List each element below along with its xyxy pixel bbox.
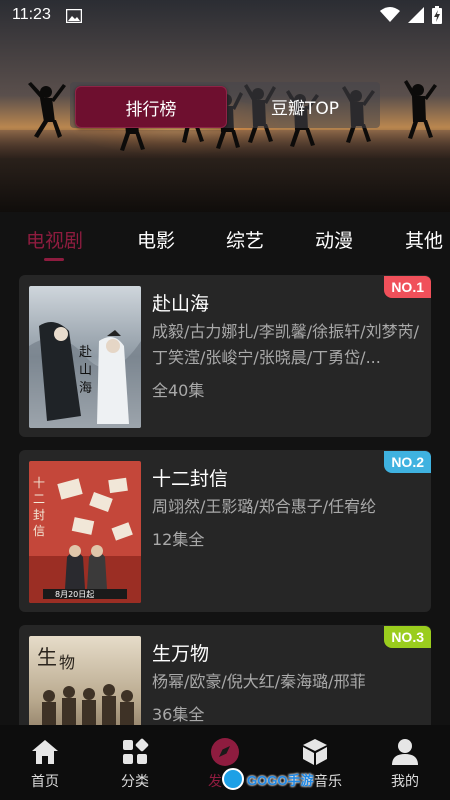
watermark-logo-icon xyxy=(222,768,244,790)
nav-label: 首页 xyxy=(31,774,59,790)
cube-icon xyxy=(300,737,330,767)
douban-top-toggle-button[interactable]: 豆瓣TOP xyxy=(230,86,380,126)
nav-profile[interactable]: 我的 xyxy=(360,725,450,800)
tab-others[interactable]: 其他 xyxy=(405,226,443,253)
svg-text:生: 生 xyxy=(37,645,57,669)
tab-anime[interactable]: 动漫 xyxy=(315,226,353,253)
tab-movies[interactable]: 电影 xyxy=(137,226,175,253)
status-time: 11:23 xyxy=(12,6,51,23)
ranking-card[interactable]: 赴 山 海 赴山海 成毅/古力娜扎/李凯馨/徐振轩/刘梦芮/丁笑滢/张峻宁/张晓… xyxy=(19,275,431,437)
signal-icon xyxy=(408,7,424,27)
poster-image: 十 二 封 信 8月20日起 xyxy=(29,461,141,603)
svg-text:赴: 赴 xyxy=(79,345,92,360)
ranking-card[interactable]: 十 二 封 信 8月20日起 十二封信 周翊然/王影璐/郑合惠子/任宥纶 12集… xyxy=(19,450,431,612)
home-icon xyxy=(30,737,60,767)
svg-text:山: 山 xyxy=(79,363,92,378)
status-bar: 11:23 xyxy=(0,0,450,32)
status-icons xyxy=(380,6,442,28)
rank-badge: NO.2 xyxy=(384,451,431,473)
item-cast: 周翊然/王影璐/郑合惠子/任宥纶 xyxy=(152,497,377,516)
rank-badge: NO.3 xyxy=(384,626,431,648)
wifi-icon xyxy=(380,7,400,27)
nav-label: 我的 xyxy=(391,774,419,790)
watermark-text: GOGO手游 xyxy=(247,772,314,788)
ranking-source-toggle: 排行榜 豆瓣TOP xyxy=(70,82,380,128)
nav-label: 分类 xyxy=(121,774,149,790)
svg-text:8月20日起: 8月20日起 xyxy=(55,590,94,599)
ranking-toggle-button[interactable]: 排行榜 xyxy=(75,86,227,128)
hero-banner: 11:23 排行榜 豆瓣TOP xyxy=(0,0,450,212)
image-notification-icon xyxy=(65,8,83,27)
tab-tv-series[interactable]: 电视剧 xyxy=(26,226,83,253)
profile-icon xyxy=(390,737,420,767)
nav-category[interactable]: 分类 xyxy=(90,725,180,800)
item-title: 十二封信 xyxy=(152,468,229,490)
item-cast: 杨幂/欧豪/倪大红/秦海璐/邢菲 xyxy=(152,672,366,691)
discover-icon xyxy=(210,737,240,767)
item-title: 赴山海 xyxy=(152,293,210,315)
item-cast: 成毅/古力娜扎/李凯馨/徐振轩/刘梦芮/丁笑滢/张峻宁/张晓晨/丁勇岱/... xyxy=(152,322,419,367)
svg-text:海: 海 xyxy=(79,381,92,396)
active-tab-indicator xyxy=(44,258,64,261)
rank-badge: NO.1 xyxy=(384,276,431,298)
category-tabs: 电视剧 电影 综艺 动漫 其他 xyxy=(0,212,450,268)
battery-charging-icon xyxy=(432,6,442,28)
item-episodes: 全40集 xyxy=(152,381,205,400)
svg-text:封: 封 xyxy=(33,508,45,522)
nav-home[interactable]: 首页 xyxy=(0,725,90,800)
svg-text:物: 物 xyxy=(59,653,75,672)
svg-text:二: 二 xyxy=(33,492,45,506)
svg-text:十: 十 xyxy=(33,476,45,490)
category-icon xyxy=(120,737,150,767)
item-episodes: 36集全 xyxy=(152,705,205,724)
svg-text:信: 信 xyxy=(33,524,45,538)
item-episodes: 12集全 xyxy=(152,530,205,549)
poster-image: 赴 山 海 xyxy=(29,286,141,428)
tab-variety[interactable]: 综艺 xyxy=(226,226,264,253)
item-title: 生万物 xyxy=(152,643,210,665)
watermark: GOGO手游 xyxy=(222,765,332,793)
